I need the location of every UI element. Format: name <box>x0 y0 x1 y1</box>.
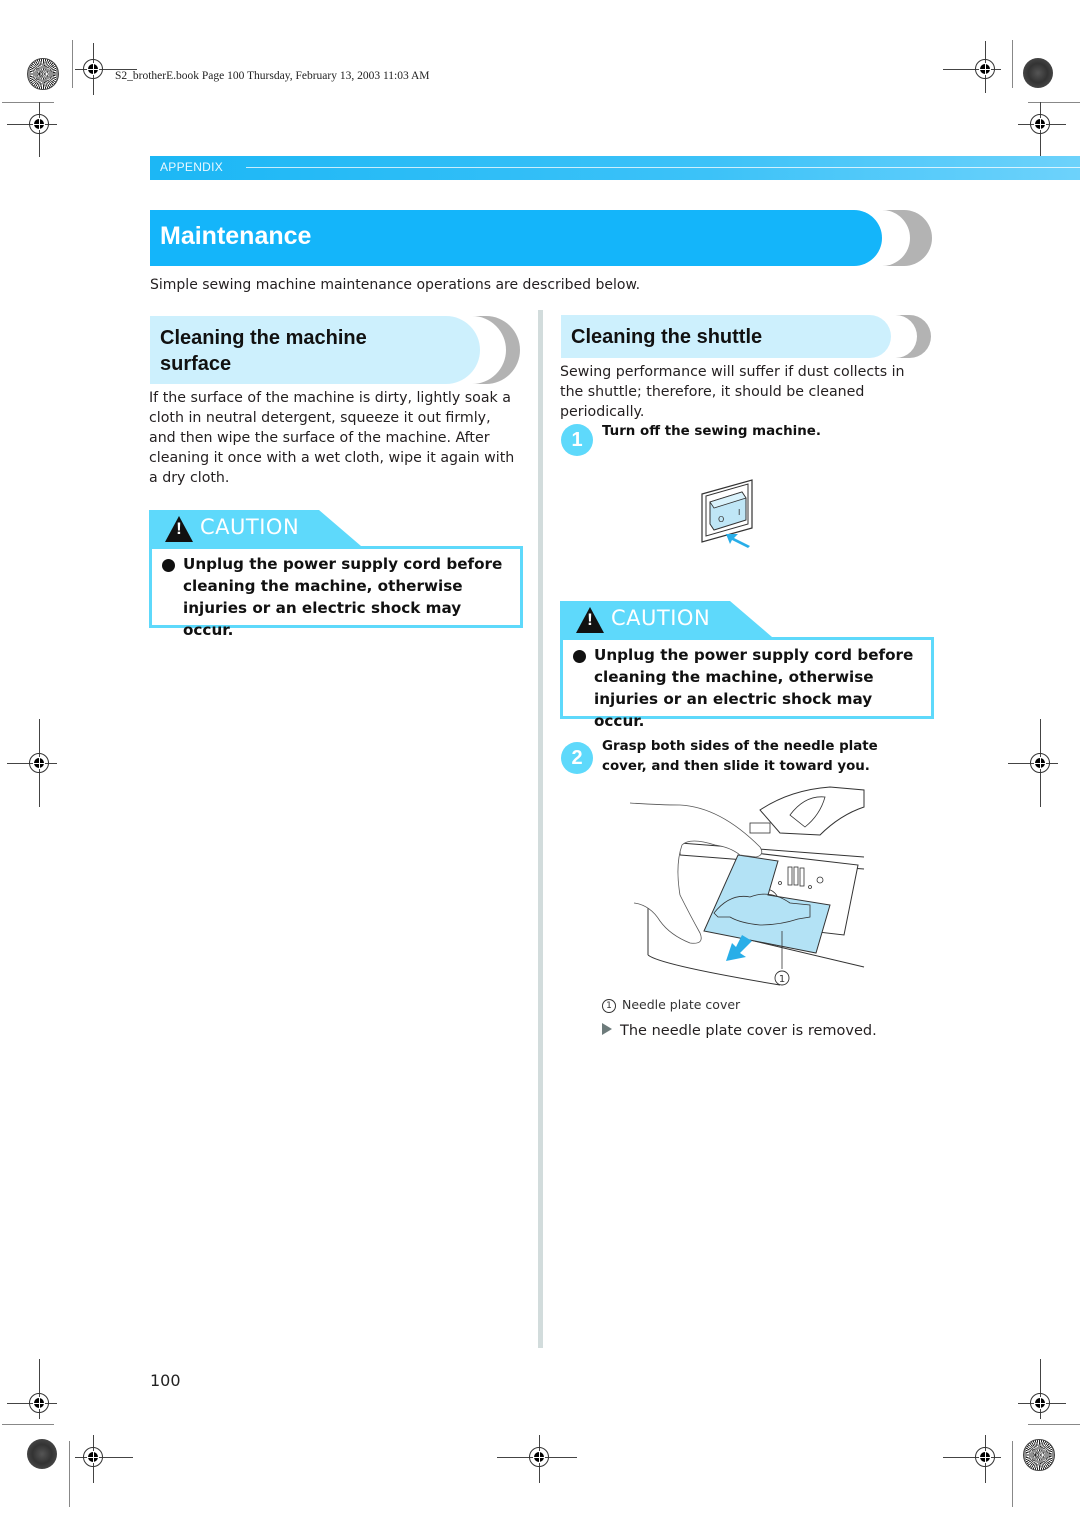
page-number: 100 <box>150 1371 181 1390</box>
heading-line-2: surface <box>160 353 232 375</box>
column-divider <box>538 310 543 1348</box>
switch-off-label: O <box>718 515 724 524</box>
registration-mark-icon <box>7 102 57 157</box>
machine-surface-body: If the surface of the machine is dirty, … <box>149 390 515 486</box>
print-info: S2_brotherE.book Page 100 Thursday, Febr… <box>115 70 430 82</box>
step-result: The needle plate cover is removed. <box>602 1023 877 1039</box>
heading-line-1: Cleaning the machine <box>160 327 367 349</box>
registration-mark-icon <box>7 1359 57 1419</box>
heading-tab: Cleaning the shuttle <box>561 315 891 358</box>
step-number-1: 1 <box>561 424 593 456</box>
step-text-2: Grasp both sides of the needle plate cov… <box>602 739 878 774</box>
section-header-bar: APPENDIX <box>150 156 1080 180</box>
bullet-icon <box>573 650 586 663</box>
caution-message: Unplug the power supply cord before clea… <box>183 555 503 639</box>
registration-mark-icon <box>75 43 137 95</box>
caution-box: Unplug the power supply cord before clea… <box>149 546 523 639</box>
caution-label: CAUTION <box>611 606 711 630</box>
crop-line <box>1012 40 1013 88</box>
section-heading-shuttle: Cleaning the shuttle <box>561 315 931 358</box>
result-text: The needle plate cover is removed. <box>620 1023 877 1039</box>
registration-mark-icon <box>75 1435 133 1483</box>
registration-disc-icon <box>27 58 59 90</box>
intro-text: Simple sewing machine maintenance operat… <box>150 277 641 293</box>
registration-mark-icon <box>943 1435 1001 1483</box>
legend-label: Needle plate cover <box>622 997 741 1012</box>
registration-mark-icon <box>1008 719 1058 807</box>
section-label: APPENDIX <box>160 160 224 174</box>
illustration-legend: 1 Needle plate cover <box>602 997 740 1013</box>
registration-mark-icon <box>943 41 1001 93</box>
callout-number: 1 <box>779 974 785 985</box>
pull-arrow-icon <box>726 935 752 961</box>
registration-disc-icon <box>1023 58 1053 88</box>
caution-box: Unplug the power supply cord before clea… <box>560 637 934 730</box>
registration-mark-icon <box>1018 102 1066 157</box>
step-text-1: Turn off the sewing machine. <box>602 424 821 439</box>
crop-line <box>1028 102 1080 103</box>
power-switch-icon: O I <box>701 479 753 548</box>
heading-text: Cleaning the machine surface <box>160 325 367 377</box>
needle-plate-cover-illustration: 1 <box>629 786 865 986</box>
crop-line <box>69 1441 70 1507</box>
press-arrow-icon <box>726 534 750 548</box>
caution-tab: ! CAUTION <box>149 510 361 546</box>
exclamation-mark: ! <box>176 519 182 538</box>
registration-disc-icon <box>1023 1439 1055 1471</box>
crop-line <box>2 1424 54 1425</box>
page-title-bar: Maintenance <box>150 210 932 266</box>
result-arrow-icon <box>602 1023 612 1035</box>
registration-mark-icon <box>497 1435 577 1483</box>
caution-label: CAUTION <box>200 515 300 539</box>
crop-line <box>1028 1424 1080 1425</box>
heading-tab: Cleaning the machine surface <box>150 316 480 384</box>
crop-line <box>1012 1441 1013 1507</box>
title-tab: Maintenance <box>150 210 882 266</box>
switch-on-label: I <box>738 508 740 517</box>
caution-tab: ! CAUTION <box>560 601 772 637</box>
registration-disc-icon <box>27 1439 57 1469</box>
header-rule <box>246 167 1080 168</box>
page-title: Maintenance <box>160 222 312 250</box>
legend-number: 1 <box>602 999 616 1013</box>
caution-message: Unplug the power supply cord before clea… <box>594 646 914 730</box>
bullet-icon <box>162 559 175 572</box>
step-number-2: 2 <box>561 742 593 774</box>
shuttle-body: Sewing performance will suffer if dust c… <box>560 364 905 420</box>
crop-line <box>2 102 54 103</box>
heading-text: Cleaning the shuttle <box>571 326 763 348</box>
registration-mark-icon <box>1018 1359 1066 1419</box>
section-heading-machine-surface: Cleaning the machine surface <box>150 316 520 384</box>
crop-line <box>72 40 73 88</box>
registration-mark-icon <box>7 719 57 807</box>
exclamation-mark: ! <box>587 610 593 629</box>
